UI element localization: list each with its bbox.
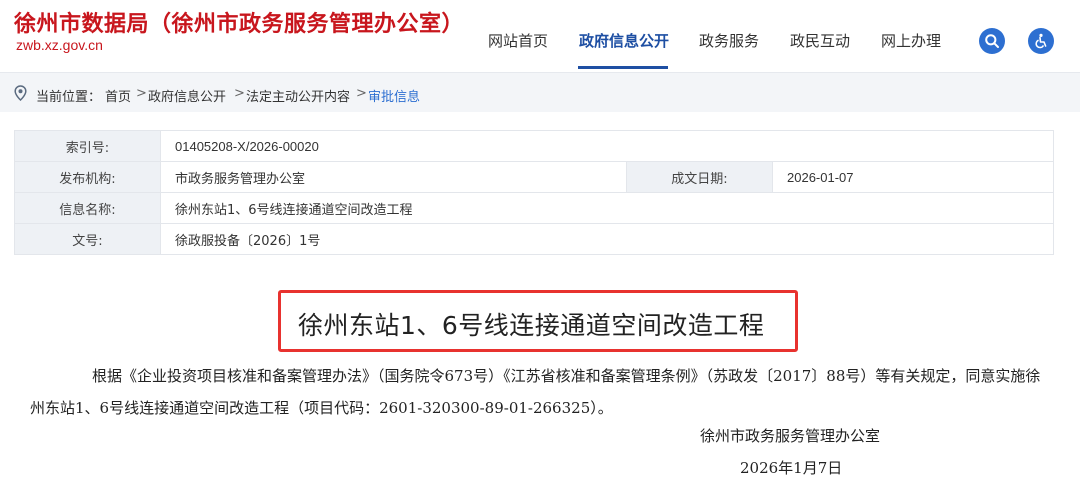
- nav-home[interactable]: 网站首页: [488, 30, 548, 51]
- wheelchair-icon: [1035, 33, 1047, 49]
- breadcrumb-approval-info[interactable]: 审批信息: [368, 86, 420, 105]
- nav-active-indicator: [578, 66, 668, 69]
- accessibility-button[interactable]: [1028, 28, 1054, 54]
- breadcrumb-separator: >: [234, 86, 245, 101]
- article-body: 根据《企业投资项目核准和备案管理办法》（国务院令673号）《江苏省核准和备案管理…: [30, 367, 1041, 417]
- table-row: 发布机构: 市政务服务管理办公室 成文日期: 2026-01-07: [14, 161, 1054, 193]
- publisher-value: 市政务服务管理办公室: [160, 161, 627, 193]
- site-header: 徐州市数据局（徐州市政务服务管理办公室） zwb.xz.gov.cn 网站首页 …: [0, 0, 1080, 72]
- breadcrumb-label: 当前位置：: [36, 90, 102, 105]
- info-table: 索引号: 01405208-X/2026-00020 发布机构: 市政务服务管理…: [14, 130, 1054, 255]
- breadcrumb-gov-info[interactable]: 政府信息公开: [148, 86, 226, 105]
- article-date: 2026年1月7日: [740, 459, 843, 477]
- nav-gov-info[interactable]: 政府信息公开: [579, 30, 669, 51]
- docno-value: 徐政服投备〔2026〕1号: [160, 223, 1054, 255]
- table-row: 索引号: 01405208-X/2026-00020: [14, 130, 1054, 162]
- date-value: 2026-01-07: [772, 161, 1054, 193]
- index-value: 01405208-X/2026-00020: [160, 130, 1054, 162]
- search-button[interactable]: [979, 28, 1005, 54]
- table-row: 信息名称: 徐州东站1、6号线连接通道空间改造工程: [14, 192, 1054, 224]
- publisher-label: 发布机构:: [14, 161, 161, 193]
- breadcrumb-public-content[interactable]: 法定主动公开内容: [246, 86, 350, 105]
- article-signature: 徐州市政务服务管理办公室: [700, 427, 881, 445]
- nav-online[interactable]: 网上办理: [881, 30, 941, 51]
- breadcrumb-home[interactable]: 首页: [105, 86, 131, 105]
- breadcrumb: 当前位置： 首页 > 政府信息公开 > 法定主动公开内容 > 审批信息: [0, 72, 1080, 112]
- index-label: 索引号:: [14, 130, 161, 162]
- docno-label: 文号:: [14, 223, 161, 255]
- breadcrumb-separator: >: [136, 86, 147, 101]
- nav-interaction[interactable]: 政民互动: [790, 30, 850, 51]
- title-label: 信息名称:: [14, 192, 161, 224]
- breadcrumb-separator: >: [356, 86, 367, 101]
- search-icon: [985, 34, 999, 48]
- table-row: 文号: 徐政服投备〔2026〕1号: [14, 223, 1054, 255]
- title-value: 徐州东站1、6号线连接通道空间改造工程: [160, 192, 1054, 224]
- site-domain: zwb.xz.gov.cn: [16, 37, 103, 53]
- date-label: 成文日期:: [626, 161, 773, 193]
- nav-services[interactable]: 政务服务: [699, 30, 759, 51]
- article-headline: 徐州东站1、6号线连接通道空间改造工程: [298, 311, 765, 340]
- site-title[interactable]: 徐州市数据局（徐州市政务服务管理办公室）: [14, 6, 464, 38]
- location-pin-icon: [14, 85, 27, 101]
